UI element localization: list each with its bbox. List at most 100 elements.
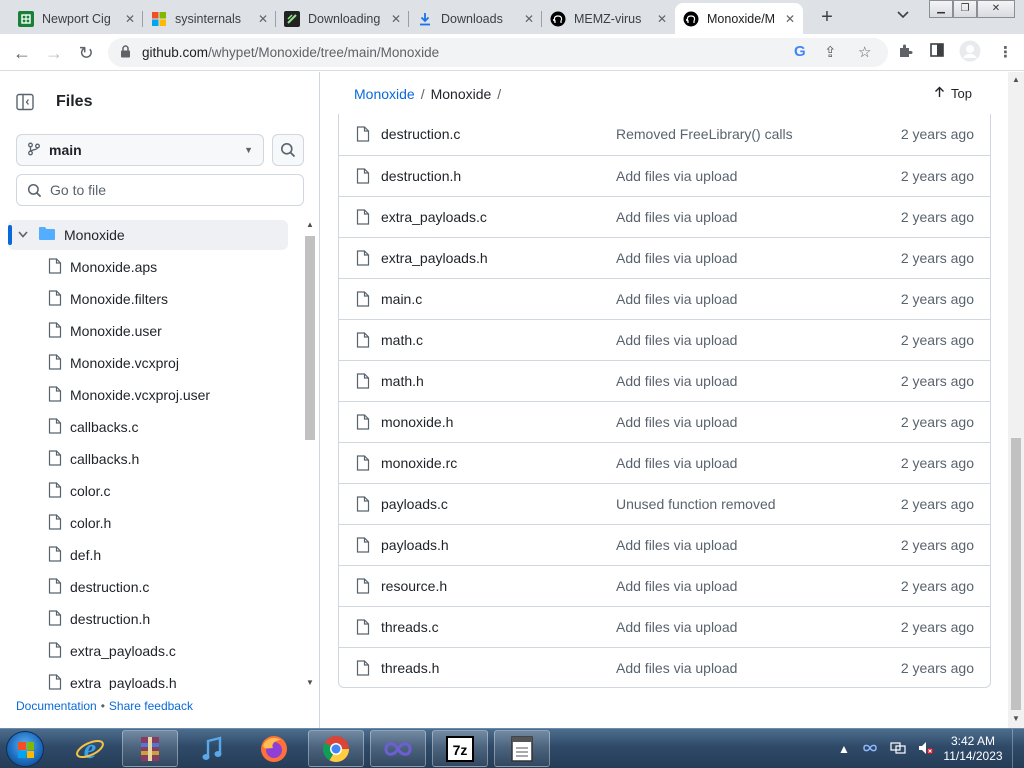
lock-icon[interactable] (120, 45, 131, 58)
browser-tab[interactable]: Newport Cig ✕ (10, 3, 143, 34)
commit-message-link[interactable]: Unused function removed (616, 496, 776, 512)
file-row[interactable]: math.h Add files via upload 2 years ago (339, 360, 990, 401)
tree-file-item[interactable]: Monoxide.vcxproj.user (48, 383, 210, 407)
browser-menu-icon[interactable]: ⋮ (998, 43, 1013, 61)
file-row[interactable]: threads.h Add files via upload 2 years ago (339, 647, 990, 687)
close-tab-icon[interactable]: ✕ (657, 12, 667, 26)
commit-message-link[interactable]: Add files via upload (616, 373, 737, 389)
notepad-app-icon[interactable] (494, 730, 550, 767)
share-feedback-link[interactable]: Share feedback (109, 699, 193, 713)
share-icon[interactable]: ⇪ (824, 43, 837, 61)
scroll-down-icon[interactable]: ▼ (306, 678, 314, 687)
close-tab-icon[interactable]: ✕ (524, 12, 534, 26)
browser-tab-active[interactable]: Monoxide/M ✕ (675, 3, 803, 34)
bookmark-star-icon[interactable]: ☆ (858, 43, 871, 61)
minimize-window-icon[interactable]: ▁ (929, 0, 953, 18)
commit-message-link[interactable]: Add files via upload (616, 537, 737, 553)
profile-avatar-icon[interactable] (959, 40, 981, 66)
commit-message-link[interactable]: Add files via upload (616, 455, 737, 471)
tree-file-item[interactable]: Monoxide.user (48, 319, 162, 343)
search-button[interactable] (272, 134, 304, 166)
commit-message-link[interactable]: Add files via upload (616, 250, 737, 266)
tree-file-item[interactable]: Monoxide.vcxproj (48, 351, 179, 375)
tree-file-item[interactable]: extra_payloads.h (48, 671, 177, 690)
commit-message-link[interactable]: Add files via upload (616, 291, 737, 307)
documentation-link[interactable]: Documentation (16, 699, 97, 713)
file-row[interactable]: monoxide.rc Add files via upload 2 years a… (339, 442, 990, 483)
new-tab-icon[interactable]: + (815, 6, 839, 29)
go-to-file-field[interactable] (16, 174, 304, 206)
commit-message-link[interactable]: Add files via upload (616, 660, 737, 676)
extensions-puzzle-icon[interactable] (898, 43, 913, 62)
tree-file-item[interactable]: color.c (48, 479, 110, 503)
winrar-icon[interactable] (122, 730, 178, 767)
tab-search-chevron-icon[interactable] (897, 8, 909, 22)
commit-message-link[interactable]: Add files via upload (616, 578, 737, 594)
restore-window-icon[interactable]: ❐ (953, 0, 977, 18)
itunes-icon[interactable] (184, 730, 240, 767)
tree-file-item[interactable]: callbacks.c (48, 415, 138, 439)
commit-message-link[interactable]: Removed FreeLibrary() calls (616, 126, 793, 142)
back-icon[interactable]: ← (10, 41, 34, 65)
start-button[interactable] (6, 731, 44, 767)
file-name-link[interactable]: main.c (381, 291, 422, 307)
forward-icon[interactable]: → (42, 41, 66, 65)
network-icon[interactable] (890, 741, 906, 758)
google-translate-icon[interactable]: G (794, 43, 806, 60)
volume-muted-icon[interactable] (918, 741, 934, 758)
file-name-link[interactable]: destruction.c (381, 126, 460, 142)
browser-tab[interactable]: MEMZ-virus ✕ (542, 3, 675, 34)
go-to-file-input[interactable] (50, 182, 290, 198)
tree-folder-monoxide[interactable]: Monoxide (8, 220, 288, 250)
commit-message-link[interactable]: Add files via upload (616, 332, 737, 348)
tree-file-item[interactable]: Monoxide.aps (48, 255, 157, 279)
breadcrumb-repo-link[interactable]: Monoxide (354, 86, 415, 102)
tray-app-icon[interactable] (862, 742, 878, 756)
browser-tab[interactable]: sysinternals ✕ (143, 3, 276, 34)
tree-file-item[interactable]: callbacks.h (48, 447, 139, 471)
7zip-icon[interactable]: 7z (432, 730, 488, 767)
file-row[interactable]: payloads.c Unused function removed 2 years… (339, 483, 990, 524)
system-clock[interactable]: 3:42 AM 11/14/2023 (937, 734, 1009, 764)
file-name-link[interactable]: math.h (381, 373, 424, 389)
file-name-link[interactable]: payloads.h (381, 537, 449, 553)
file-name-link[interactable]: payloads.c (381, 496, 448, 512)
tree-file-item[interactable]: destruction.c (48, 575, 149, 599)
file-name-link[interactable]: monoxide.h (381, 414, 453, 430)
file-row[interactable]: math.c Add files via upload 2 years ago (339, 319, 990, 360)
file-row[interactable]: destruction.h Add files via upload 2 years… (339, 155, 990, 196)
scroll-down-icon[interactable]: ▼ (1012, 714, 1020, 723)
file-name-link[interactable]: destruction.h (381, 168, 461, 184)
browser-tab[interactable]: Downloading ✕ (276, 3, 409, 34)
scrollbar-thumb[interactable] (1011, 438, 1021, 710)
scroll-up-icon[interactable]: ▲ (306, 220, 314, 229)
commit-message-link[interactable]: Add files via upload (616, 168, 737, 184)
firefox-icon[interactable] (246, 730, 302, 767)
branch-selector[interactable]: main ▼ (16, 134, 264, 166)
close-tab-icon[interactable]: ✕ (391, 12, 401, 26)
tree-file-item[interactable]: color.h (48, 511, 111, 535)
side-panel-icon[interactable] (930, 43, 944, 61)
scrollbar-thumb[interactable] (305, 236, 315, 440)
file-name-link[interactable]: threads.c (381, 619, 439, 635)
show-hidden-icons-icon[interactable]: ▲ (838, 742, 850, 756)
chrome-icon[interactable] (308, 730, 364, 767)
file-row[interactable]: destruction.c Removed FreeLibrary() calls… (339, 114, 990, 155)
close-tab-icon[interactable]: ✕ (258, 12, 268, 26)
file-row[interactable]: extra_payloads.h Add files via upload 2 ye… (339, 237, 990, 278)
file-row[interactable]: threads.c Add files via upload 2 years ago (339, 606, 990, 647)
reload-icon[interactable]: ↻ (74, 41, 98, 65)
address-bar[interactable]: github.com/whypet/Monoxide/tree/main/Mon… (108, 38, 888, 67)
file-row[interactable]: extra_payloads.c Add files via upload 2 ye… (339, 196, 990, 237)
close-tab-icon[interactable]: ✕ (785, 12, 795, 26)
file-name-link[interactable]: monoxide.rc (381, 455, 457, 471)
file-name-link[interactable]: extra_payloads.h (381, 250, 488, 266)
file-name-link[interactable]: resource.h (381, 578, 447, 594)
file-row[interactable]: payloads.h Add files via upload 2 years ag… (339, 524, 990, 565)
collapse-panel-icon[interactable] (16, 90, 48, 114)
chevron-down-icon[interactable] (18, 230, 32, 241)
close-tab-icon[interactable]: ✕ (125, 12, 135, 26)
infinity-app-icon[interactable] (370, 730, 426, 767)
file-tree-scrollbar[interactable]: ▲ ▼ (303, 218, 317, 690)
file-name-link[interactable]: math.c (381, 332, 423, 348)
